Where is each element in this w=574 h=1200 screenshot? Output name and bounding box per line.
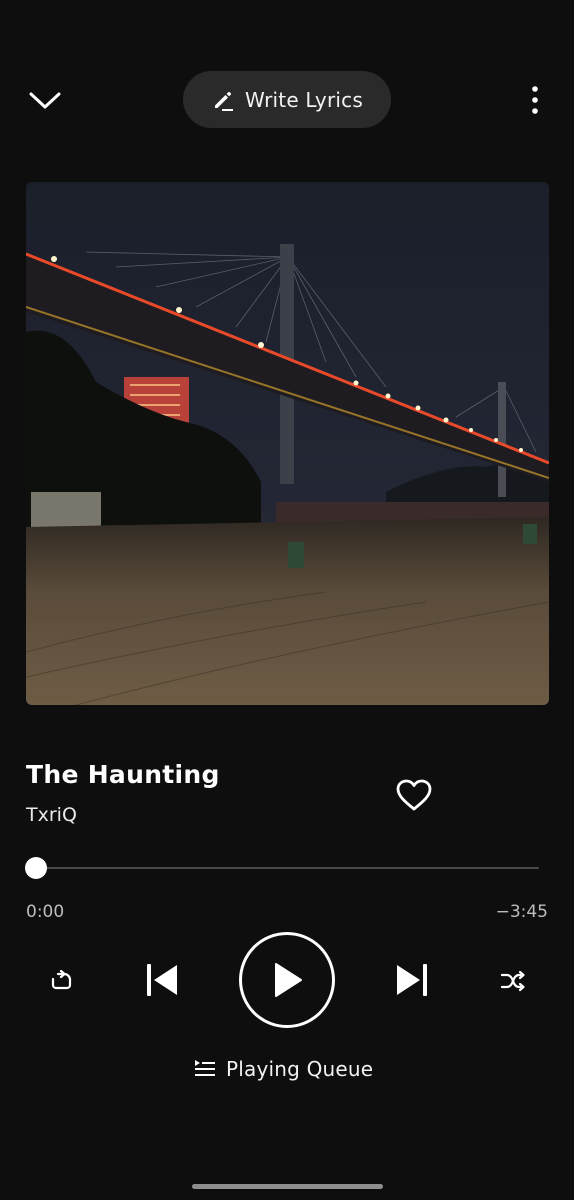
like-button[interactable] [392, 773, 436, 817]
seek-thumb[interactable] [25, 857, 47, 879]
write-lyrics-button[interactable]: Write Lyrics [183, 71, 391, 128]
more-vertical-icon [532, 86, 538, 114]
song-title: The Haunting [26, 760, 220, 789]
chevron-down-icon [29, 92, 61, 109]
write-lyrics-label: Write Lyrics [245, 87, 363, 112]
seek-bar[interactable] [36, 867, 539, 869]
remaining-time: −3:45 [495, 902, 548, 922]
play-icon [275, 963, 302, 997]
skip-previous-icon [147, 964, 177, 996]
artist-name[interactable]: TxriQ [26, 804, 77, 826]
playing-queue-label: Playing Queue [226, 1057, 374, 1081]
shuffle-icon [500, 970, 525, 992]
collapse-button[interactable] [22, 80, 68, 120]
shuffle-button[interactable] [492, 960, 534, 1002]
heart-icon [396, 779, 432, 811]
album-artwork [26, 182, 549, 705]
repeat-icon [51, 970, 72, 990]
play-button[interactable] [239, 932, 335, 1028]
previous-button[interactable] [138, 955, 188, 1005]
album-art-image [26, 182, 549, 705]
elapsed-time: 0:00 [26, 902, 65, 922]
repeat-button[interactable] [40, 960, 82, 1002]
next-button[interactable] [386, 955, 436, 1005]
more-options-button[interactable] [518, 80, 552, 120]
pencil-icon [215, 91, 234, 111]
home-indicator[interactable] [192, 1184, 383, 1189]
skip-next-icon [397, 964, 427, 996]
queue-list-icon [195, 1060, 215, 1076]
playing-queue-button[interactable]: Playing Queue [193, 1052, 373, 1086]
